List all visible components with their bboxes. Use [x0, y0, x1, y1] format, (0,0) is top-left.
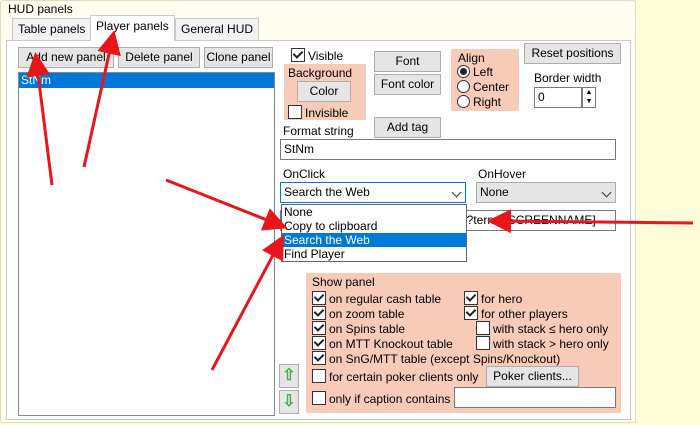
panel-list[interactable]: StNm: [18, 72, 275, 416]
onhover-label: OnHover: [478, 167, 527, 181]
align-box: Align Left Center Right: [451, 49, 519, 111]
radio-selected-icon: [457, 65, 470, 78]
spin-down-icon[interactable]: ▼: [583, 97, 595, 106]
chevron-down-icon[interactable]: [451, 187, 462, 198]
align-left-radio[interactable]: Left: [457, 65, 493, 80]
add-tag-button[interactable]: Add tag: [374, 117, 441, 138]
border-width-spinner[interactable]: ▲ ▼: [582, 87, 596, 108]
stack-gt-hero-checkbox[interactable]: with stack > hero only: [476, 336, 609, 351]
border-width-label: Border width: [534, 71, 602, 85]
radio-icon: [457, 95, 470, 108]
check-icon: [312, 291, 326, 305]
check-icon: [312, 306, 326, 320]
move-up-button[interactable]: ⇧: [279, 364, 299, 388]
certain-clients-checkbox[interactable]: for certain poker clients only: [312, 369, 478, 384]
border-width-input[interactable]: 0: [534, 87, 582, 108]
add-new-panel-button[interactable]: Add new panel: [18, 47, 114, 68]
visible-check-icon: [291, 48, 305, 62]
check-icon: [312, 391, 326, 405]
radio-icon: [457, 80, 470, 93]
chevron-down-icon[interactable]: [601, 187, 612, 198]
clone-panel-button[interactable]: Clone panel: [204, 47, 273, 68]
zoom-checkbox[interactable]: on zoom table: [312, 306, 404, 321]
show-panel-box: Show panel on regular cash table on zoom…: [306, 273, 621, 413]
dropdown-option-find-player[interactable]: Find Player: [282, 247, 466, 261]
dropdown-option-none[interactable]: None: [282, 205, 466, 219]
list-item[interactable]: StNm: [19, 73, 274, 88]
tab-general-hud[interactable]: General HUD: [175, 18, 260, 40]
background-label: Background: [288, 66, 353, 80]
onhover-select[interactable]: None: [476, 182, 616, 203]
align-center-radio[interactable]: Center: [457, 80, 509, 95]
invisible-checkbox[interactable]: Invisible: [288, 105, 348, 120]
check-icon: [476, 321, 490, 335]
check-icon: [312, 336, 326, 350]
poker-clients-button[interactable]: Poker clients...: [486, 366, 579, 387]
check-icon: [464, 306, 478, 320]
format-string-label: Format string: [283, 124, 354, 138]
for-hero-checkbox[interactable]: for hero: [464, 291, 522, 306]
check-icon: [476, 336, 490, 350]
format-string-input[interactable]: StNm: [280, 139, 616, 160]
font-button[interactable]: Font: [374, 51, 441, 72]
onclick-dropdown: None Copy to clipboard Search the Web Fi…: [281, 204, 467, 262]
background-box: Background Color Invisible: [284, 64, 366, 120]
sng-mtt-checkbox[interactable]: on SnG/MTT table (except Spins/Knockout): [312, 351, 560, 366]
color-button[interactable]: Color: [297, 81, 351, 102]
spin-up-icon[interactable]: ▲: [583, 88, 595, 97]
check-icon: [464, 291, 478, 305]
down-arrow-icon: ⇩: [282, 393, 296, 410]
delete-panel-button[interactable]: Delete panel: [118, 47, 200, 68]
for-other-players-checkbox[interactable]: for other players: [464, 306, 568, 321]
onclick-select[interactable]: Search the Web: [280, 182, 466, 203]
visible-checkbox[interactable]: Visible: [291, 48, 343, 63]
stack-le-hero-checkbox[interactable]: with stack ≤ hero only: [476, 321, 608, 336]
onclick-label: OnClick: [283, 167, 326, 181]
spins-checkbox[interactable]: on Spins table: [312, 321, 405, 336]
invisible-check-icon: [288, 105, 302, 119]
dropdown-option-search-web[interactable]: Search the Web: [282, 233, 466, 247]
tab-table-panels[interactable]: Table panels: [12, 18, 92, 40]
check-icon: [312, 321, 326, 335]
move-down-button[interactable]: ⇩: [279, 390, 299, 414]
check-icon: [312, 369, 326, 383]
show-panel-title: Show panel: [312, 275, 375, 289]
dropdown-option-copy[interactable]: Copy to clipboard: [282, 219, 466, 233]
check-icon: [312, 351, 326, 365]
caption-input[interactable]: [454, 387, 616, 408]
mtt-knockout-checkbox[interactable]: on MTT Knockout table: [312, 336, 453, 351]
group-title: HUD panels: [6, 2, 75, 16]
up-arrow-icon: ⇧: [282, 367, 296, 384]
caption-contains-checkbox[interactable]: only if caption contains: [312, 391, 450, 406]
reset-positions-button[interactable]: Reset positions: [524, 43, 621, 64]
align-right-radio[interactable]: Right: [457, 95, 501, 110]
regular-cash-checkbox[interactable]: on regular cash table: [312, 291, 441, 306]
font-color-button[interactable]: Font color: [374, 74, 441, 95]
align-label: Align: [458, 51, 485, 65]
tab-player-panels[interactable]: Player panels: [90, 15, 175, 41]
